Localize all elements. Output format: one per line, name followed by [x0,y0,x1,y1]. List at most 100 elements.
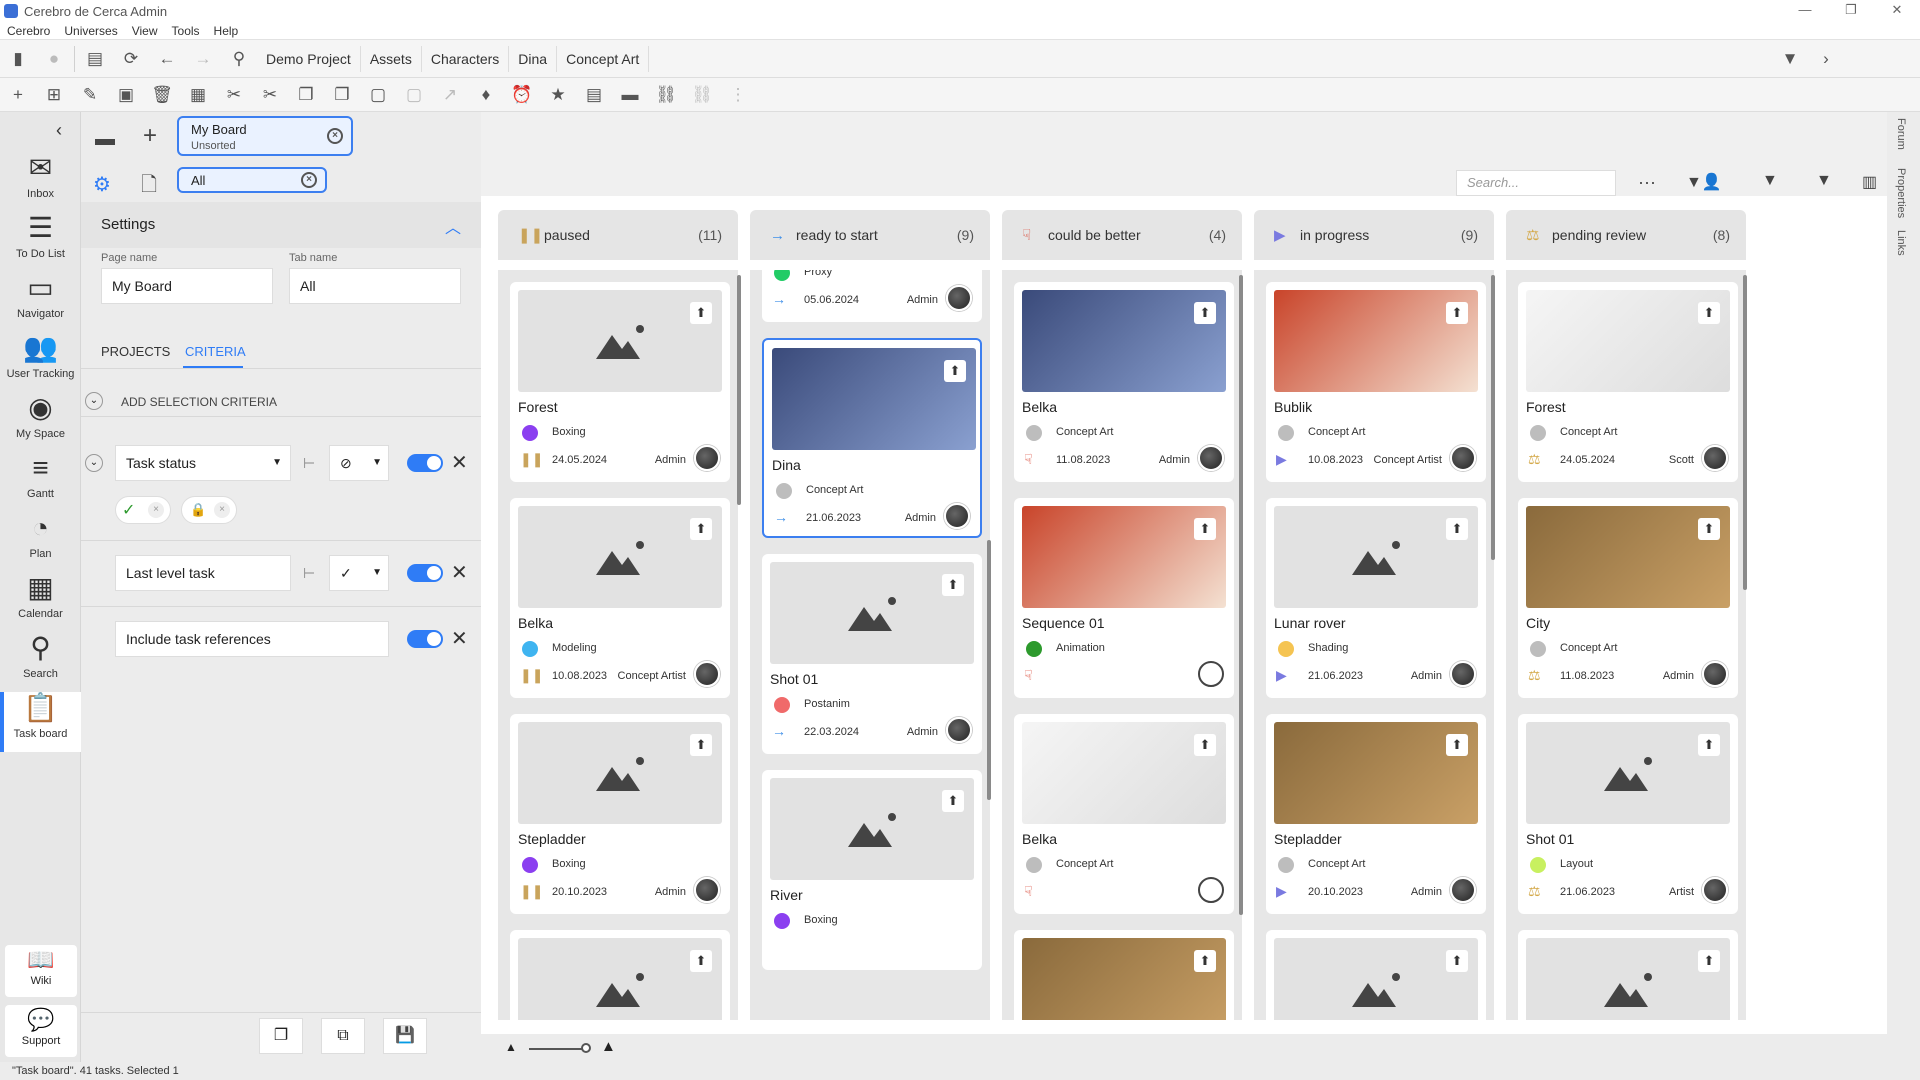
arrow-up-icon[interactable]: ⬆ [1194,734,1216,756]
nav-calendar[interactable]: ▦ Calendar [0,572,81,632]
task-status-toggle[interactable] [407,454,443,472]
task-card[interactable]: ⬆ Forest Boxing ❚❚ 24.05.2024 Admin [510,282,730,482]
forward-arrow-icon[interactable]: → [185,42,221,76]
breadcrumb-dina[interactable]: Dina [509,45,558,72]
column-header-in-progress[interactable]: ▶ in progress (9) [1254,210,1494,260]
search-icon[interactable]: ⚲ [221,42,257,76]
breadcrumb-characters[interactable]: Characters [422,45,510,72]
column-header-paused[interactable]: ❚❚ paused (11) [498,210,738,260]
task-card[interactable]: ⬆ [1266,930,1486,1020]
remove-include-references-icon[interactable]: ✕ [451,626,468,651]
more-vertical-icon[interactable]: ⋮ [720,78,756,112]
add-page-icon[interactable]: 🗋 [141,170,157,204]
task-card[interactable]: ⬆ Belka Modeling ❚❚ 10.08.2023 Concept Artist [510,498,730,698]
task-card[interactable]: ⬆ Sequence 01 Animation ☟ [1014,498,1234,698]
save-icon[interactable]: 💾 [383,1018,427,1054]
status-chip-approved[interactable]: ✓ × [115,496,171,524]
copy-alt-icon[interactable]: ❐ [324,78,360,112]
folder-button-icon[interactable]: ▬ [95,128,115,151]
avatar[interactable] [944,503,970,529]
nav-search[interactable]: ⚲ Search [0,632,81,692]
expand-add-criteria-icon[interactable]: ⌄ [85,392,103,410]
archive-icon[interactable]: ▦ [180,78,216,112]
include-references-field[interactable]: Include task references [115,621,389,657]
delete-icon[interactable]: 🗑 [144,78,180,112]
last-level-operator-select[interactable]: ✓ ▼ [329,555,389,591]
nav-gantt[interactable]: ≡ Gantt [0,452,81,512]
add-subtask-icon[interactable]: ⊞ [36,78,72,112]
task-card[interactable]: ⬆ Lunar rover Shading ▶ 21.06.2023 Admin [1266,498,1486,698]
arrow-up-icon[interactable]: ⬆ [1446,518,1468,540]
task-card[interactable]: ⬆ Stepladder Concept Art ▶ 20.10.2023 Admin [1266,714,1486,914]
arrow-up-icon[interactable]: ⬆ [690,950,712,972]
minimize-button[interactable]: — [1782,0,1828,22]
tab-forum[interactable]: Forum [1895,118,1907,150]
menu-cerebro[interactable]: Cerebro [0,24,57,38]
avatar[interactable] [1450,445,1476,471]
arrow-up-icon[interactable]: ⬆ [1698,950,1720,972]
arrow-up-icon[interactable]: ⬆ [1446,950,1468,972]
avatar[interactable] [1702,445,1728,471]
bulb-icon[interactable]: ● [36,42,72,76]
menu-universes[interactable]: Universes [57,24,124,38]
chevron-right-icon[interactable]: › [1808,42,1844,76]
task-status-select[interactable]: Task status ▼ [115,445,291,481]
zoom-slider-handle[interactable] [581,1043,591,1053]
duplicate-settings-icon[interactable]: ⧉ [321,1018,365,1054]
alarm-icon[interactable]: ⏰ [504,78,540,112]
zoom-in-icon[interactable]: ▲ [601,1038,616,1055]
column-header-could-be-better[interactable]: ☟ could be better (4) [1002,210,1242,260]
filter-options-icon[interactable]: ▼ [1762,172,1778,190]
paste-icon[interactable]: ▢ [360,78,396,112]
avatar[interactable] [1450,661,1476,687]
task-card[interactable]: ⬆ Forest Concept Art ⚖ 24.05.2024 Scott [1518,282,1738,482]
arrow-up-icon[interactable]: ⬆ [690,302,712,324]
task-card[interactable]: ⬆ River Boxing [762,770,982,970]
filter-user-icon[interactable]: ▼👤 [1686,172,1722,192]
zoom-slider[interactable] [529,1048,585,1050]
arrow-up-icon[interactable]: ⬆ [942,574,964,596]
arrow-up-icon[interactable]: ⬆ [1194,302,1216,324]
task-card[interactable]: ⬆ Stepladder Boxing ❚❚ 20.10.2023 Admin [510,714,730,914]
expand-task-status-icon[interactable]: ⌄ [85,454,103,472]
tab-name-field[interactable]: All [289,268,461,304]
copy-settings-icon[interactable]: ❐ [259,1018,303,1054]
refresh-icon[interactable]: ⟳ [113,42,149,76]
nav-user-tracking[interactable]: 👥 User Tracking [0,332,81,392]
add-tab-icon[interactable]: + [143,122,157,150]
task-card[interactable]: ⬆ Dina Concept Art → 21.06.2023 Admin [762,338,982,538]
arrow-up-icon[interactable]: ⬆ [944,360,966,382]
edit-icon[interactable]: ✎ [72,78,108,112]
collapse-chevron-icon[interactable]: ‹ [56,120,62,141]
zoom-out-icon[interactable]: ▲ [505,1040,517,1054]
avatar[interactable] [694,661,720,687]
arrow-up-icon[interactable]: ⬆ [1194,950,1216,972]
task-card[interactable]: ⬆ Belka Concept Art ☟ 11.08.2023 Admin [1014,282,1234,482]
task-card[interactable]: ⬆ [1014,930,1234,1020]
move-icon[interactable]: ▬ [612,78,648,112]
back-arrow-icon[interactable]: ← [149,42,185,76]
link-icon[interactable]: ⛓ [648,78,684,112]
filter-clear-icon[interactable]: ▼ [1816,172,1832,190]
avatar[interactable] [694,877,720,903]
arrow-up-icon[interactable]: ⬆ [690,518,712,540]
comment-icon[interactable]: ▣ [108,78,144,112]
remove-task-status-icon[interactable]: ✕ [451,450,468,475]
close-window-button[interactable]: ✕ [1874,0,1920,22]
close-filter-icon[interactable]: × [301,172,317,188]
remove-last-level-icon[interactable]: ✕ [451,560,468,585]
panels-icon[interactable]: ▤ [77,42,113,76]
nav-wiki[interactable]: 📖 Wiki [5,945,77,997]
task-card[interactable]: ⬆ [510,930,730,1020]
maximize-button[interactable]: ❐ [1828,0,1874,22]
task-card[interactable]: ⬆CityProxy→05.06.2024Admin [762,270,982,322]
last-level-toggle[interactable] [407,564,443,582]
menu-help[interactable]: Help [207,24,246,38]
tab-properties[interactable]: Properties [1895,168,1907,218]
unlink-icon[interactable]: ⛓ [684,78,720,112]
add-icon[interactable]: + [0,78,36,112]
task-card[interactable]: ⬆ Belka Concept Art ☟ [1014,714,1234,914]
board-tab[interactable]: My Board Unsorted × [177,116,353,156]
tab-criteria[interactable]: CRITERIA [185,344,246,359]
page-name-field[interactable]: My Board [101,268,273,304]
